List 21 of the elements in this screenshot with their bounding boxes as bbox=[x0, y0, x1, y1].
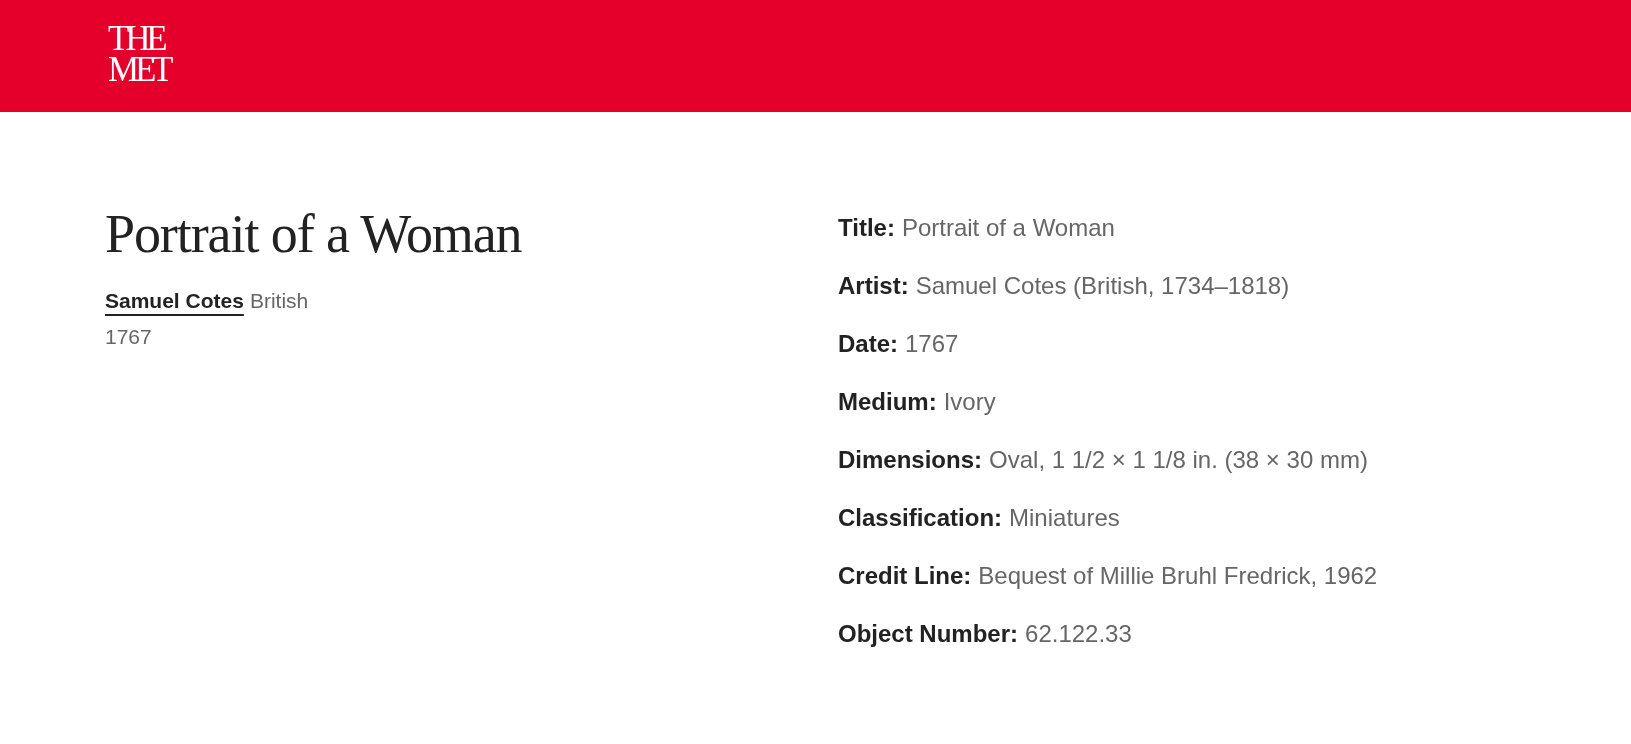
detail-label: Credit Line: bbox=[838, 561, 972, 591]
detail-label: Medium: bbox=[838, 387, 937, 417]
detail-value: Bequest of Millie Bruhl Fredrick, 1962 bbox=[978, 561, 1378, 591]
home-logo[interactable]: THE MET bbox=[108, 23, 170, 85]
detail-value: Oval, 1 1/2 × 1 1/8 in. (38 × 30 mm) bbox=[989, 445, 1368, 475]
detail-value: 1767 bbox=[905, 329, 959, 359]
detail-value: Ivory bbox=[943, 387, 996, 417]
detail-label: Object Number: bbox=[838, 619, 1019, 649]
detail-value: Portrait of a Woman bbox=[901, 213, 1115, 243]
detail-value: Samuel Cotes (British, 1734–1818) bbox=[915, 271, 1290, 301]
detail-label: Title: bbox=[838, 213, 895, 243]
detail-label: Classification: bbox=[838, 503, 1003, 533]
artwork-title: Portrait of a Woman bbox=[105, 207, 522, 261]
detail-label: Date: bbox=[838, 329, 898, 359]
artist-nationality: British bbox=[249, 288, 309, 314]
detail-label: Dimensions: bbox=[838, 445, 983, 475]
detail-value: Miniatures bbox=[1009, 503, 1120, 533]
detail-value: 62.122.33 bbox=[1025, 619, 1132, 649]
detail-label: Artist: bbox=[838, 271, 909, 301]
artist-link[interactable]: Samuel Cotes bbox=[105, 287, 244, 315]
artwork-date: 1767 bbox=[105, 324, 152, 350]
